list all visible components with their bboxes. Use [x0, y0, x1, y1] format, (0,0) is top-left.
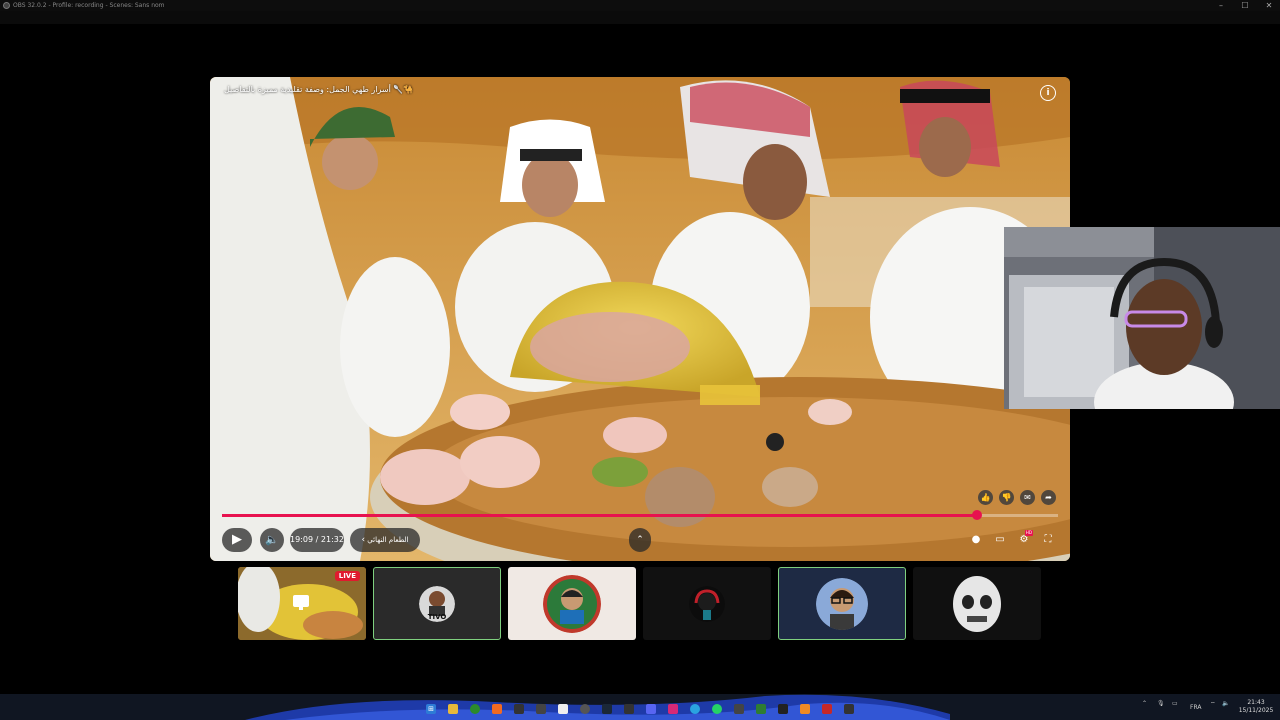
file-explorer-icon[interactable]	[448, 704, 458, 714]
live-badge: LIVE	[334, 571, 360, 581]
right-controls: ● ▭ ⚙ HD ⛶	[966, 528, 1058, 552]
red-headset-avatar	[689, 585, 725, 622]
tivo-avatar: TIVO	[419, 585, 455, 622]
progress-scrubber[interactable]	[971, 510, 982, 520]
volume-icon: 🔈	[265, 533, 279, 546]
start-icon[interactable]: ⊞	[426, 704, 436, 714]
man-avatar	[543, 574, 601, 633]
video-player[interactable]: 🐪🥄 أسرار طهي الجمل: وصفة تقليدية مميزة ب…	[210, 77, 1070, 561]
firefox-icon[interactable]	[492, 704, 502, 714]
participant-tile-glasses[interactable]	[778, 567, 906, 640]
capcut-icon[interactable]	[844, 704, 854, 714]
red-app-icon[interactable]	[822, 704, 832, 714]
subtitles-icon[interactable]: ▭	[990, 528, 1010, 552]
settings-icon[interactable]: ⚙ HD	[1014, 528, 1034, 552]
clock-time: 21:43	[1247, 699, 1265, 706]
clock-date: 15/11/2025	[1238, 707, 1274, 714]
participant-tile-tivo[interactable]: TIVO	[373, 567, 501, 640]
discord-icon[interactable]	[646, 704, 656, 714]
notepad-icon[interactable]	[558, 704, 568, 714]
maximize-icon[interactable]: ☐	[1238, 0, 1252, 11]
chevron-right-icon: ›	[361, 535, 366, 545]
brave-icon[interactable]	[514, 704, 524, 714]
screen-share-icon	[293, 595, 309, 610]
video-title[interactable]: 🐪🥄 أسرار طهي الجمل: وصفة تقليدية مميزة ب…	[224, 85, 413, 94]
play-button[interactable]: ▶	[222, 528, 252, 552]
close-icon[interactable]: ✕	[1262, 0, 1276, 11]
dislike-icon[interactable]: 👎	[999, 490, 1014, 505]
like-icon[interactable]: 👍	[978, 490, 993, 505]
wifi-icon[interactable]: ⌔	[1210, 700, 1216, 708]
participant-tile-red-headset[interactable]	[643, 567, 771, 640]
chevron-up-icon: ⌃	[636, 535, 644, 545]
participant-tile-man[interactable]	[508, 567, 636, 640]
app-icon[interactable]	[536, 704, 546, 714]
r-app-icon[interactable]	[778, 704, 788, 714]
obs-icon	[3, 2, 10, 9]
chrome-icon[interactable]	[470, 704, 480, 714]
speaker-icon[interactable]: 🔈	[1222, 700, 1229, 707]
window-title: OBS 32.0.2 - Profile: recording - Scenes…	[13, 2, 165, 9]
participant-tile-screen[interactable]: LIVE	[238, 567, 366, 640]
editor-icon[interactable]	[800, 704, 810, 714]
participant-tile-skull[interactable]	[913, 567, 1041, 640]
obs-taskbar-icon[interactable]	[580, 704, 590, 714]
progress-fill	[222, 514, 977, 517]
instagram-icon[interactable]	[668, 704, 678, 714]
system-clock[interactable]: 21:43 15/11/2025	[1238, 699, 1274, 715]
display-icon[interactable]: ▭	[1172, 700, 1178, 707]
window-titlebar: OBS 32.0.2 - Profile: recording - Scenes…	[0, 0, 1280, 11]
fullscreen-icon[interactable]: ⛶	[1038, 528, 1058, 552]
video-frame	[210, 77, 1070, 561]
webcam-feed	[1004, 227, 1280, 409]
tray-chevron-icon[interactable]: ⌃	[1142, 700, 1147, 707]
time-display: 19:09 / 21:32	[290, 528, 344, 552]
steam-icon[interactable]	[602, 704, 612, 714]
hd-badge: HD	[1024, 530, 1033, 536]
mic-icon[interactable]: 🎙	[1157, 700, 1165, 707]
app2-icon[interactable]	[734, 704, 744, 714]
chapter-label: الطعام النهائي	[367, 536, 409, 544]
tivo-label: TIVO	[428, 613, 447, 621]
taskbar	[0, 694, 1280, 720]
expand-button[interactable]: ⌃	[629, 528, 651, 552]
epic-icon[interactable]	[624, 704, 634, 714]
glasses-avatar	[816, 577, 868, 630]
whatsapp-icon[interactable]	[712, 704, 722, 714]
progress-bar[interactable]	[222, 510, 1058, 520]
language-indicator[interactable]: FRA	[1190, 704, 1201, 711]
webcam-overlay	[1004, 227, 1280, 409]
info-icon[interactable]: i	[1040, 85, 1056, 101]
minimize-icon[interactable]: –	[1214, 0, 1228, 11]
skull-avatar	[951, 574, 1003, 634]
autoplay-toggle-icon[interactable]: ●	[966, 528, 986, 552]
telegram-icon[interactable]	[690, 704, 700, 714]
media-icon[interactable]	[756, 704, 766, 714]
play-icon: ▶	[232, 532, 242, 547]
video-actions: 👍 👎 ✉ ➦	[978, 490, 1056, 505]
volume-button[interactable]: 🔈	[260, 528, 284, 552]
chapter-button[interactable]: الطعام النهائي ›	[350, 528, 420, 552]
menu-bar	[0, 11, 1280, 24]
share-icon[interactable]: ➦	[1041, 490, 1056, 505]
comment-icon[interactable]: ✉	[1020, 490, 1035, 505]
